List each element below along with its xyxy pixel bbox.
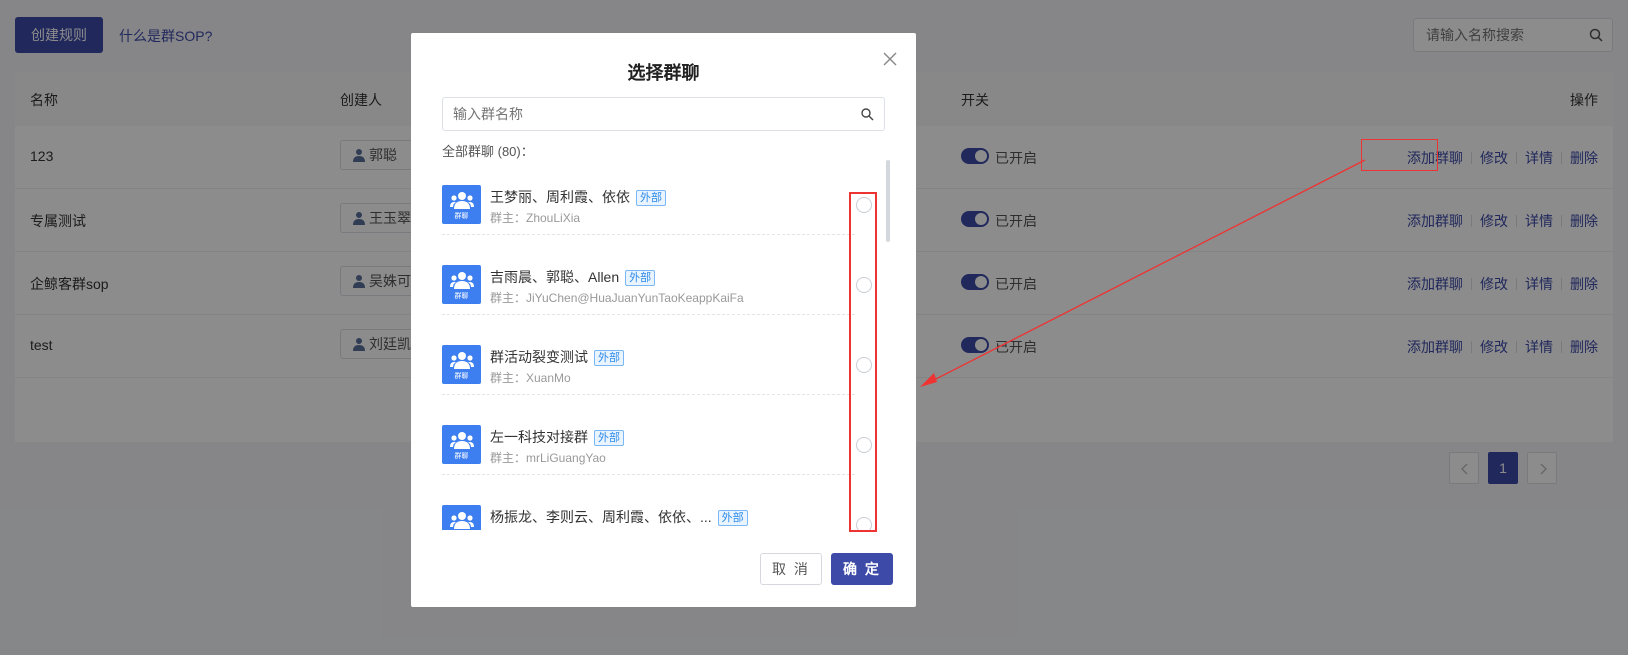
external-tag: 外部 xyxy=(594,430,624,446)
confirm-button[interactable]: 确 定 xyxy=(831,553,893,585)
group-avatar: 群聊 xyxy=(442,345,481,384)
group-search-box[interactable] xyxy=(442,97,885,131)
group-list: 群聊 王梦丽、周利霞、依依 外部 群主：ZhouLiXia 群聊 吉雨晨、郭聪、A… xyxy=(442,155,892,530)
external-tag: 外部 xyxy=(625,270,656,286)
select-group-dialog: 选择群聊 全部群聊 (80)： 群聊 王梦丽、周利霞、依依外部 群主：ZhouL… xyxy=(411,33,916,607)
group-owner: 群主：ZhouLiXia xyxy=(490,211,581,225)
search-icon[interactable] xyxy=(860,107,874,121)
group-avatar: 群聊 xyxy=(442,425,481,464)
group-avatar: 群聊 xyxy=(442,265,481,304)
avatar-label: 群聊 xyxy=(454,293,469,300)
annotation-highlight-radios xyxy=(849,192,877,532)
list-item[interactable]: 群聊 王梦丽、周利霞、依依 外部 群主：ZhouLiXia xyxy=(442,155,872,235)
group-search-input[interactable] xyxy=(453,98,843,130)
avatar-label: 群聊 xyxy=(454,453,469,460)
group-owner: 群主：JiYuChen@HuaJuanYunTaoKeappKaiFa xyxy=(490,291,744,305)
external-tag: 外部 xyxy=(636,190,666,206)
group-avatar: 群聊 xyxy=(442,505,481,530)
dialog-title: 选择群聊 xyxy=(627,63,700,83)
group-users-icon xyxy=(450,192,474,209)
group-name-row: 王梦丽、周利霞、依依 外部 xyxy=(490,187,666,207)
group-avatar: 群聊 xyxy=(442,185,481,224)
group-name-row: 左一科技对接群 外部 xyxy=(490,427,624,447)
group-name: 左一科技对接群 xyxy=(490,429,588,445)
list-scrollbar[interactable] xyxy=(886,160,890,530)
avatar-label: 群聊 xyxy=(454,213,469,220)
scrollbar-thumb[interactable] xyxy=(886,160,890,242)
annotation-highlight-add-group xyxy=(1361,139,1438,171)
group-name: 王梦丽、周利霞、依依 xyxy=(490,189,630,205)
list-item[interactable]: 群聊 吉雨晨、郭聪、Allen 外部 群主：JiYuChen@HuaJuanYun… xyxy=(442,235,872,315)
group-name: 杨振龙、李则云、周利霞、依依、... xyxy=(490,509,712,525)
list-item[interactable]: 群聊 群活动裂变测试 外部 群主：XuanMo xyxy=(442,315,872,395)
group-name: 吉雨晨、郭聪、Allen xyxy=(490,269,620,285)
group-users-icon xyxy=(450,352,474,369)
close-icon[interactable] xyxy=(882,51,898,67)
group-name-row: 吉雨晨、郭聪、Allen 外部 xyxy=(490,267,656,287)
list-item[interactable]: 群聊 左一科技对接群 外部 群主：mrLiGuangYao xyxy=(442,395,872,475)
group-name-row: 群活动裂变测试 外部 xyxy=(490,347,624,367)
group-owner: 群主：XuanMo xyxy=(490,371,571,385)
group-owner: 群主：mrLiGuangYao xyxy=(490,451,606,465)
list-item[interactable]: 群聊 杨振龙、李则云、周利霞、依依、... 外部 xyxy=(442,475,872,530)
group-users-icon xyxy=(450,512,474,529)
group-users-icon xyxy=(450,432,474,449)
group-name-row: 杨振龙、李则云、周利霞、依依、... 外部 xyxy=(490,507,748,527)
cancel-button[interactable]: 取 消 xyxy=(760,553,822,585)
group-users-icon xyxy=(450,272,474,289)
group-name: 群活动裂变测试 xyxy=(490,349,588,365)
external-tag: 外部 xyxy=(717,510,748,526)
external-tag: 外部 xyxy=(594,350,624,366)
avatar-label: 群聊 xyxy=(454,373,469,380)
